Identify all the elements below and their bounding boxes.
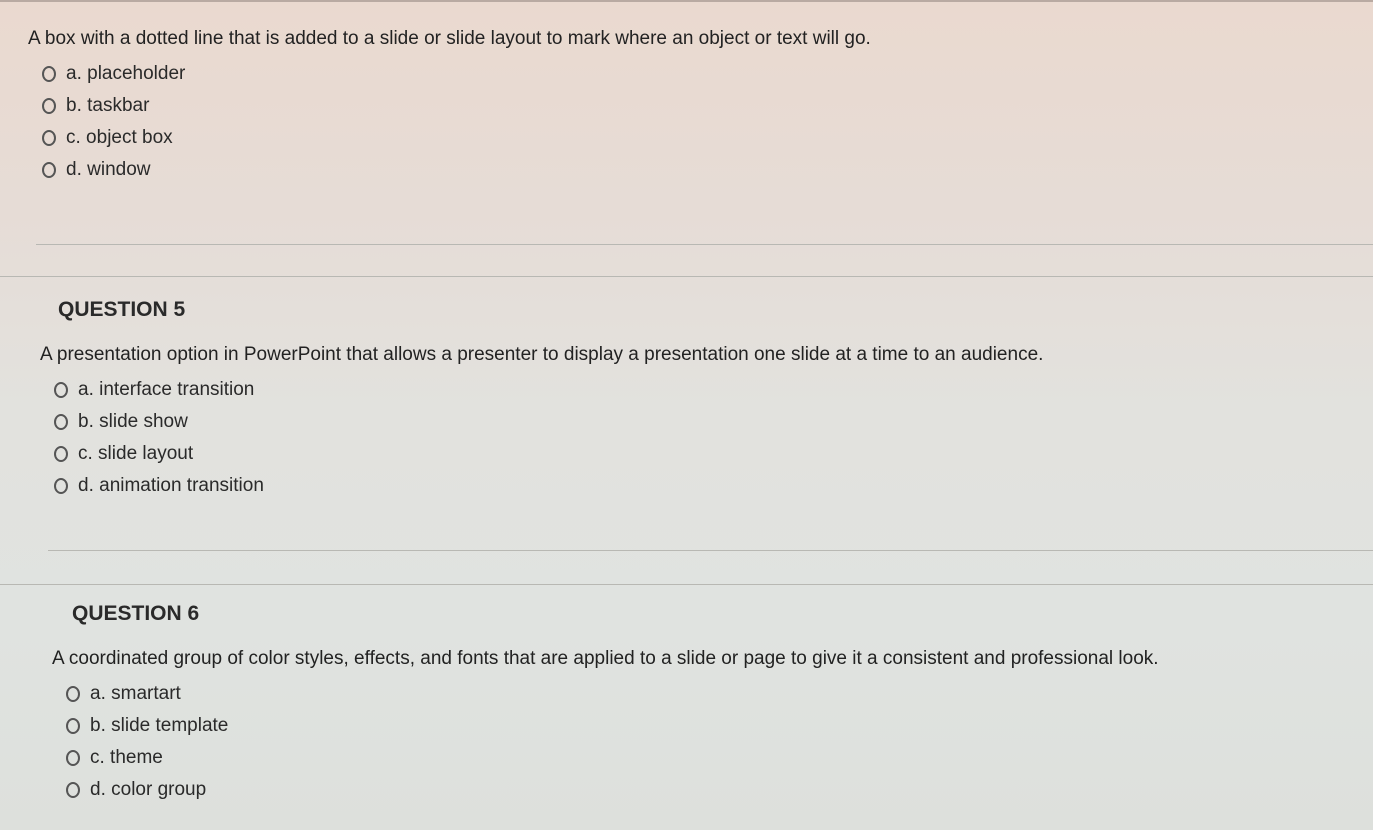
option-d[interactable]: d. animation transition bbox=[40, 470, 1043, 502]
radio-button[interactable] bbox=[54, 414, 68, 430]
option-b[interactable]: b. taskbar bbox=[28, 90, 871, 122]
radio-button[interactable] bbox=[66, 718, 80, 734]
option-a[interactable]: a. placeholder bbox=[28, 58, 871, 90]
top-divider bbox=[0, 0, 1373, 2]
radio-button[interactable] bbox=[42, 162, 56, 178]
question-5: QUESTION 5 A presentation option in Powe… bbox=[40, 298, 1043, 502]
option-c[interactable]: c. theme bbox=[52, 742, 1159, 774]
question-title: QUESTION 5 bbox=[58, 298, 186, 321]
option-b[interactable]: b. slide show bbox=[40, 406, 1043, 438]
divider bbox=[0, 276, 1373, 277]
question-text: A coordinated group of color styles, eff… bbox=[52, 648, 1159, 669]
question-4: A box with a dotted line that is added t… bbox=[28, 28, 871, 186]
option-a[interactable]: a. smartart bbox=[52, 678, 1159, 710]
divider bbox=[48, 550, 1373, 551]
divider bbox=[0, 584, 1373, 585]
option-c[interactable]: c. object box bbox=[28, 122, 871, 154]
option-d[interactable]: d. color group bbox=[52, 774, 1159, 806]
radio-button[interactable] bbox=[42, 130, 56, 146]
option-a[interactable]: a. interface transition bbox=[40, 374, 1043, 406]
divider bbox=[36, 244, 1373, 245]
radio-button[interactable] bbox=[42, 66, 56, 82]
radio-button[interactable] bbox=[42, 98, 56, 114]
radio-button[interactable] bbox=[66, 782, 80, 798]
option-b[interactable]: b. slide template bbox=[52, 710, 1159, 742]
option-c[interactable]: c. slide layout bbox=[40, 438, 1043, 470]
radio-button[interactable] bbox=[54, 478, 68, 494]
question-title: QUESTION 6 bbox=[72, 602, 200, 625]
question-6: QUESTION 6 A coordinated group of color … bbox=[52, 602, 1159, 806]
question-text: A presentation option in PowerPoint that… bbox=[40, 344, 1044, 365]
radio-button[interactable] bbox=[54, 446, 68, 462]
radio-button[interactable] bbox=[54, 382, 68, 398]
radio-button[interactable] bbox=[66, 750, 80, 766]
radio-button[interactable] bbox=[66, 686, 80, 702]
option-d[interactable]: d. window bbox=[28, 154, 871, 186]
question-text: A box with a dotted line that is added t… bbox=[28, 28, 871, 49]
